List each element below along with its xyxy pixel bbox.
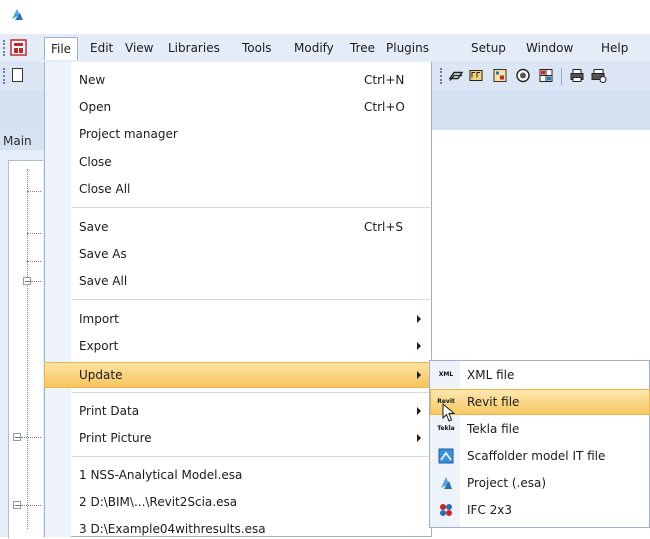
ifc-icon	[440, 504, 452, 516]
menu-separator	[72, 299, 430, 300]
tekla-file-icon: Tekla	[437, 425, 455, 432]
shortcut-open: Ctrl+O	[364, 100, 405, 114]
tree-expand-toggle[interactable]: −	[13, 501, 21, 510]
menu-tools[interactable]: Tools	[242, 38, 272, 58]
menu-item-open[interactable]: Open	[79, 97, 111, 117]
menu-item-project-manager[interactable]: Project manager	[79, 124, 178, 144]
shortcut-save: Ctrl+S	[364, 220, 404, 234]
submenu-item-revit-file[interactable]: Revit file	[467, 392, 519, 412]
tree-expand-toggle[interactable]: −	[23, 277, 31, 286]
menu-item-recent-2[interactable]: 2 D:\BIM\...\Revit2Scia.esa	[79, 492, 237, 512]
menu-item-close-all[interactable]: Close All	[79, 179, 130, 199]
submenu-item-revit-highlight[interactable]	[430, 389, 650, 415]
submenu-arrow-icon	[417, 315, 421, 323]
shortcut-new: Ctrl+N	[364, 73, 405, 87]
file-menu-gutter	[45, 62, 71, 537]
menu-libraries[interactable]: Libraries	[168, 38, 220, 58]
menu-separator	[72, 456, 430, 457]
tab-main-label: Main	[3, 134, 32, 148]
menu-separator	[72, 392, 430, 393]
title-bar	[0, 0, 650, 34]
scia-logo-icon[interactable]	[10, 39, 27, 56]
menu-item-save-all[interactable]: Save All	[79, 271, 127, 291]
toolbar-right-icons	[437, 62, 650, 90]
menu-window[interactable]: Window	[526, 38, 573, 58]
submenu-arrow-icon	[417, 371, 421, 379]
menu-view[interactable]: View	[125, 38, 153, 58]
mouse-cursor-icon	[442, 403, 456, 422]
submenu-item-xml-file[interactable]: XML file	[467, 365, 514, 385]
menu-help[interactable]: Help	[601, 38, 628, 58]
layer-icon[interactable]	[448, 67, 464, 84]
submenu-item-scaffolder-model[interactable]: Scaffolder model IT file	[467, 446, 605, 466]
xml-file-icon: XML	[438, 371, 454, 378]
menu-item-import[interactable]: Import	[79, 309, 119, 329]
menu-item-recent-3[interactable]: 3 D:\Example04withresults.esa	[79, 519, 266, 539]
menu-bar: File Edit View Libraries Tools Modify Tr…	[0, 34, 650, 63]
toolbar-separator-grip	[440, 68, 444, 84]
table-icon[interactable]	[538, 67, 554, 84]
submenu-item-project-esa[interactable]: Project (.esa)	[467, 473, 546, 493]
submenu-item-ifc-2x3[interactable]: IFC 2x3	[467, 500, 512, 520]
menu-item-print-picture[interactable]: Print Picture	[79, 428, 152, 448]
tree-view[interactable]: − − −	[8, 160, 43, 538]
menu-edit[interactable]: Edit	[90, 38, 113, 58]
new-document-icon[interactable]	[12, 68, 23, 82]
submenu-arrow-icon	[417, 342, 421, 350]
properties-icon[interactable]	[492, 67, 508, 84]
menu-modify[interactable]: Modify	[294, 38, 334, 58]
tree-expand-toggle[interactable]: −	[13, 433, 21, 442]
menu-item-new[interactable]: New	[79, 70, 105, 90]
update-submenu	[429, 360, 650, 528]
project-esa-icon	[441, 477, 452, 489]
scaffolder-icon	[438, 448, 454, 464]
menu-item-recent-1[interactable]: 1 NSS-Analytical Model.esa	[79, 465, 242, 485]
menu-tree[interactable]: Tree	[350, 38, 375, 58]
menu-plugins[interactable]: Plugins	[386, 38, 429, 58]
submenu-arrow-icon	[417, 407, 421, 415]
menu-separator	[72, 207, 430, 208]
menu-file[interactable]: File	[44, 37, 78, 60]
menu-item-save[interactable]: Save	[79, 217, 108, 237]
app-logo-icon	[12, 9, 23, 20]
menu-item-close[interactable]: Close	[79, 152, 112, 172]
toolbar-separator	[561, 68, 562, 85]
menu-item-print-data[interactable]: Print Data	[79, 401, 139, 421]
menu-item-save-as[interactable]: Save As	[79, 244, 127, 264]
menubar-grip[interactable]	[3, 40, 7, 56]
submenu-arrow-icon	[417, 434, 421, 442]
render-icon[interactable]	[515, 67, 531, 84]
toolbar-grip[interactable]	[3, 68, 7, 84]
print-icon[interactable]	[569, 67, 585, 84]
menu-setup[interactable]: Setup	[471, 38, 506, 58]
menu-item-update[interactable]: Update	[79, 365, 122, 385]
print-preview-icon[interactable]	[591, 67, 607, 84]
dimension-icon[interactable]	[468, 67, 484, 84]
submenu-item-tekla-file[interactable]: Tekla file	[467, 419, 519, 439]
menu-item-export[interactable]: Export	[79, 336, 118, 356]
